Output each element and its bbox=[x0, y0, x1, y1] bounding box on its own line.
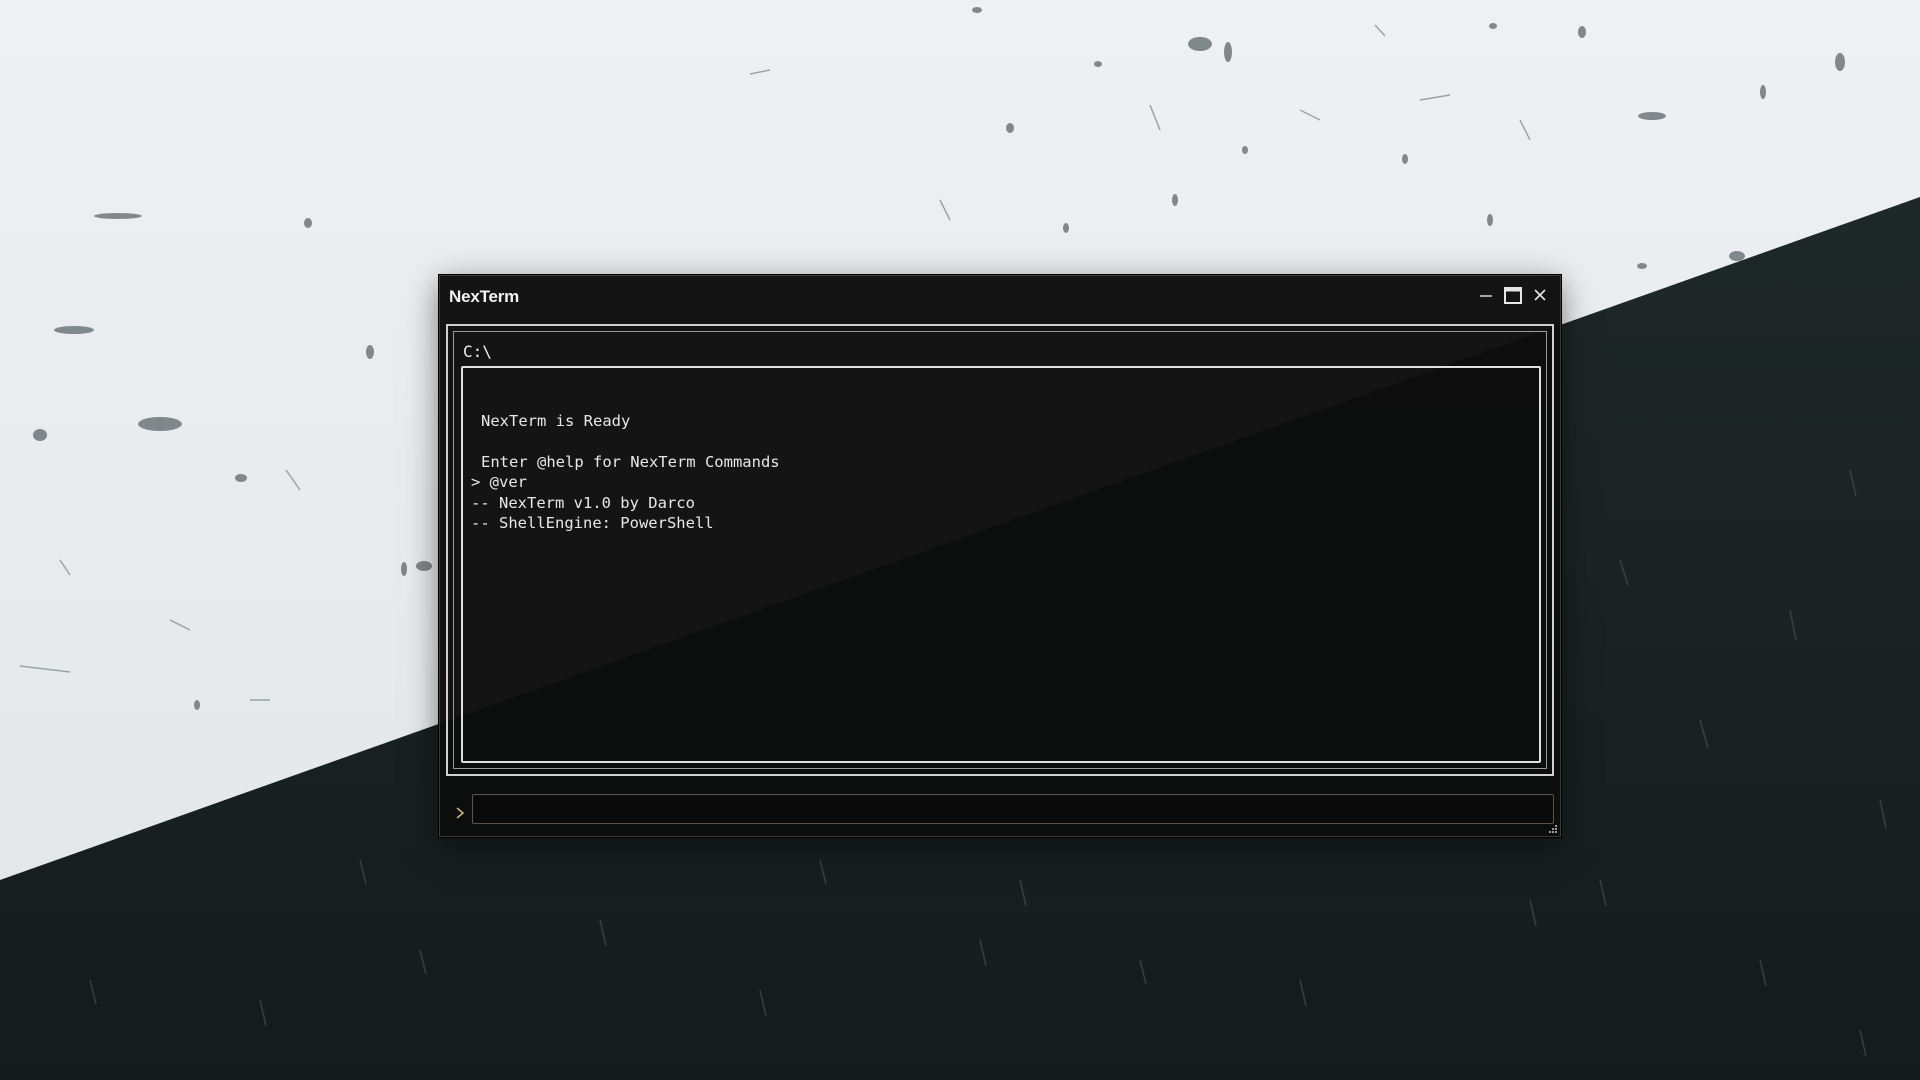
nexterm-window: NexTerm C:\ NexTerm is Ready Enter @help… bbox=[439, 275, 1561, 837]
minimize-icon bbox=[1480, 295, 1492, 297]
minimize-button[interactable] bbox=[1473, 284, 1499, 308]
maximize-icon bbox=[1504, 287, 1522, 304]
console-line: -- ShellEngine: PowerShell bbox=[471, 514, 714, 532]
window-title: NexTerm bbox=[449, 287, 520, 306]
console-line: Enter @help for NexTerm Commands bbox=[481, 452, 780, 471]
console-output[interactable]: NexTerm is Ready Enter @help for NexTerm… bbox=[461, 366, 1541, 763]
output-panel: C:\ NexTerm is Ready Enter @help for Nex… bbox=[446, 324, 1554, 776]
console-line: > @ver bbox=[471, 473, 527, 491]
output-inner-frame: C:\ NexTerm is Ready Enter @help for Nex… bbox=[453, 331, 1547, 769]
title-bar[interactable]: NexTerm bbox=[440, 276, 1560, 316]
desktop: NexTerm C:\ NexTerm is Ready Enter @help… bbox=[0, 0, 1920, 1080]
command-input[interactable] bbox=[472, 794, 1554, 824]
current-path: C:\ bbox=[463, 342, 492, 361]
close-icon bbox=[1534, 289, 1546, 301]
chevron-right-icon bbox=[456, 807, 465, 819]
resize-grip-icon[interactable] bbox=[1546, 822, 1558, 834]
maximize-button[interactable] bbox=[1500, 284, 1526, 308]
console-line: -- NexTerm v1.0 by Darco bbox=[471, 493, 695, 512]
close-button[interactable] bbox=[1527, 284, 1553, 308]
console-line: NexTerm is Ready bbox=[481, 411, 631, 430]
console-lines: NexTerm is Ready Enter @help for NexTerm… bbox=[471, 390, 780, 534]
